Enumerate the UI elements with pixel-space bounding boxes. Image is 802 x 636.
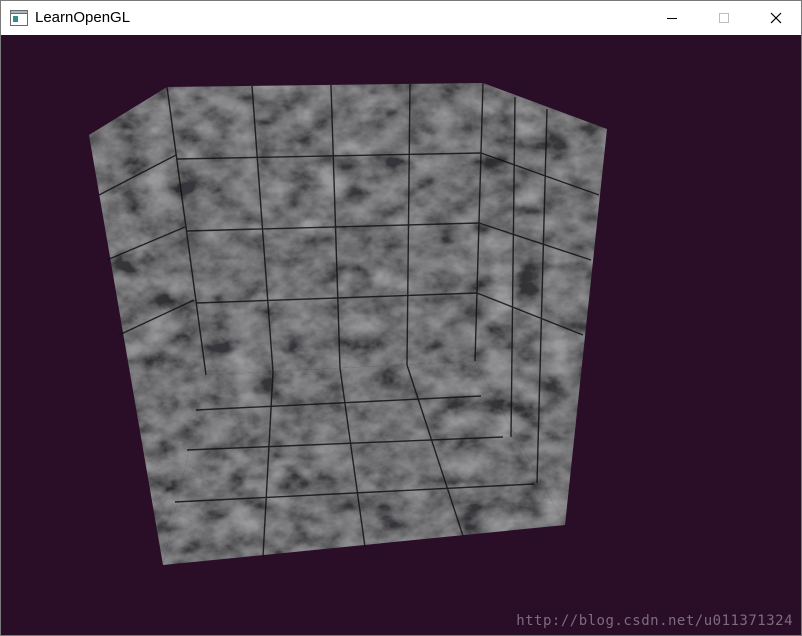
maximize-icon [719, 13, 729, 23]
maximize-button[interactable] [698, 1, 750, 35]
close-icon [770, 12, 782, 24]
window-title: LearnOpenGL [35, 9, 131, 26]
minimize-button[interactable] [646, 1, 698, 35]
marble-room-render [1, 35, 801, 635]
minimize-icon [667, 18, 677, 19]
title-bar[interactable]: LearnOpenGL [1, 1, 801, 35]
app-window: LearnOpenGL http://blog.csdn.net/u011371… [0, 0, 802, 636]
watermark-text: http://blog.csdn.net/u011371324 [516, 613, 793, 629]
close-button[interactable] [750, 1, 801, 35]
back-wall [167, 83, 483, 375]
opengl-viewport[interactable]: http://blog.csdn.net/u011371324 [1, 35, 801, 635]
app-icon [10, 10, 28, 26]
